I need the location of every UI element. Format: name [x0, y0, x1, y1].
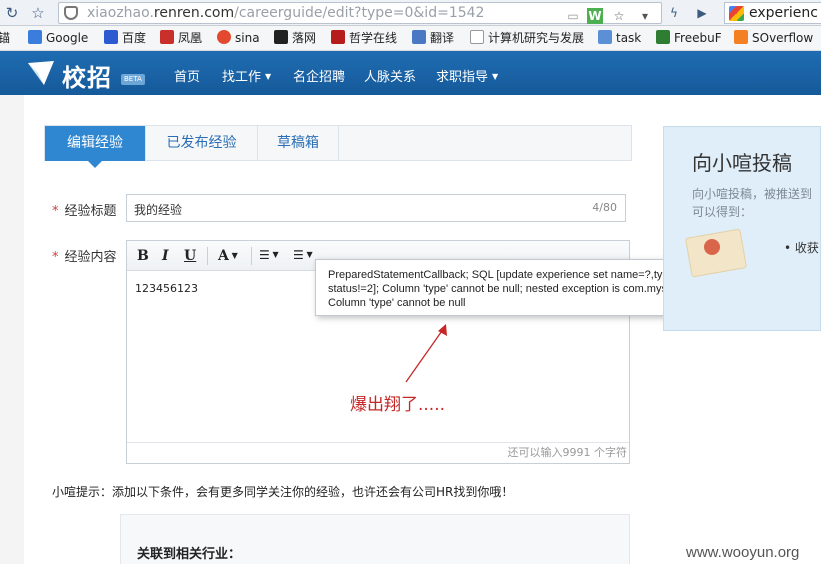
tab-published[interactable]: 已发布经验 — [145, 126, 257, 161]
wot-icon[interactable]: W — [587, 8, 603, 24]
shield-icon — [64, 6, 78, 20]
bookmark-item-philosophy[interactable]: 哲学在线 — [331, 30, 397, 47]
hint-text: 小喧提示：添加以下条件，会有更多同学关注你的经验，也许还会有公司HR找到你哦！ — [52, 485, 514, 499]
toolbar-divider — [251, 247, 252, 265]
bold-button[interactable]: B — [137, 248, 149, 264]
bookmark-star-icon[interactable]: ☆ — [28, 3, 48, 23]
sidebar-desc: 可以得到： — [692, 205, 753, 219]
reload-icon[interactable]: ↻ — [2, 3, 22, 23]
translate-icon — [412, 30, 426, 44]
nav-find-job[interactable]: 找工作 ▼ — [222, 66, 271, 85]
logo-icon[interactable] — [26, 59, 56, 87]
site-header: 校招 BETA 首页 找工作 ▼ 名企招聘 人脉关系 求职指导 ▼ — [0, 51, 821, 95]
dropdown-icon[interactable]: ▾ — [637, 8, 653, 24]
sidebar-desc: 向小喧投稿，被推送到 — [692, 187, 813, 201]
google-favicon-icon — [729, 6, 744, 21]
submission-sidebar: 向小喧投稿 向小喧投稿，被推送到 可以得到： • 收获 — [663, 126, 821, 331]
bookmark-item-luoo[interactable]: 落网 — [274, 30, 316, 47]
weibo-icon — [217, 30, 231, 44]
chevron-down-icon: ▼ — [492, 72, 499, 81]
bookmark-item[interactable]: 锚 — [0, 30, 10, 47]
tab-edit-experience[interactable]: 编辑经验 — [45, 126, 145, 168]
title-input[interactable]: 我的经验 4/80 — [126, 194, 626, 222]
font-color-button[interactable]: A ▼ — [218, 248, 238, 264]
reader-icon[interactable]: ▭ — [565, 8, 581, 24]
task-icon — [598, 30, 612, 44]
title-value: 我的经验 — [134, 203, 183, 217]
tab-drafts[interactable]: 草稿箱 — [257, 126, 339, 161]
industry-label: 关联到相关行业： — [137, 547, 242, 562]
freebuf-icon — [656, 30, 670, 44]
sidebar-bullet: • 收获 — [784, 241, 819, 255]
beta-badge: BETA — [121, 74, 145, 85]
bookmark-item-task[interactable]: task — [598, 30, 641, 47]
experience-tabs: 编辑经验 已发布经验 草稿箱 — [44, 125, 632, 168]
luoo-icon — [274, 30, 288, 44]
nav-connections[interactable]: 人脉关系 — [364, 66, 416, 85]
title-char-count: 4/80 — [592, 201, 617, 214]
bookmark-item-soverflow[interactable]: SOverflow — [734, 30, 813, 47]
nav-home[interactable]: 首页 — [174, 66, 200, 85]
bookmark-item-google[interactable]: Google — [28, 30, 88, 47]
title-label: * 经验标题 — [52, 204, 117, 219]
annotation-arrow-icon — [405, 324, 447, 383]
bookmark-item-ifeng[interactable]: 凤凰 — [160, 30, 202, 47]
seal-icon — [704, 239, 720, 255]
remaining-chars: 还可以输入9991 个字符 — [507, 446, 628, 459]
google-icon — [28, 30, 42, 44]
nav-career-guide[interactable]: 求职指导 ▼ — [436, 66, 498, 85]
lightning-icon[interactable]: ϟ — [666, 5, 682, 21]
browser-address-bar: ↻ ☆ xiaozhao.renren.com/careerguide/edit… — [0, 0, 821, 26]
sidebar-title: 向小喧投稿 — [692, 151, 792, 175]
stackoverflow-icon — [734, 30, 748, 44]
bookmarks-bar: 锚 Google 百度 凤凰 sina 落网 哲学在线 翻译 计算机研究与发展 … — [0, 26, 821, 51]
numbered-list-icon[interactable]: ☰ ▼ — [293, 248, 313, 262]
watermark: www.wooyun.org — [686, 544, 800, 561]
nav-famous-companies[interactable]: 名企招聘 — [293, 66, 345, 85]
ifeng-icon — [160, 30, 174, 44]
page-icon — [470, 30, 484, 44]
chevron-down-icon: ▼ — [265, 72, 272, 81]
editor-content: 123456123 — [135, 282, 198, 295]
italic-button[interactable]: I — [162, 248, 169, 264]
industry-section: 关联到相关行业： — [120, 514, 630, 564]
play-icon[interactable]: ▶ — [694, 5, 710, 21]
browser-tab[interactable]: experienc — [724, 2, 821, 24]
url-input[interactable]: xiaozhao.renren.com/careerguide/edit?typ… — [58, 2, 662, 24]
favorite-star-icon[interactable]: ☆ — [611, 8, 627, 24]
annotation-text: 爆出翔了..... — [350, 395, 446, 415]
bookmark-item-jcrd[interactable]: 计算机研究与发展 — [470, 30, 584, 47]
bookmark-item-freebuf[interactable]: FreebuF — [656, 30, 722, 47]
bookmark-item-translate[interactable]: 翻译 — [412, 30, 454, 47]
toolbar-divider — [207, 247, 208, 265]
bullet-list-icon[interactable]: ☰ ▼ — [259, 248, 279, 262]
bookmark-item-baidu[interactable]: 百度 — [104, 30, 146, 47]
url-text: xiaozhao.renren.com/careerguide/edit?typ… — [87, 5, 485, 21]
p-icon — [331, 30, 345, 44]
baidu-icon — [104, 30, 118, 44]
bookmark-item-sina[interactable]: sina — [217, 30, 260, 47]
chevron-down-icon: ▼ — [228, 250, 238, 260]
underline-button[interactable]: U — [184, 248, 196, 264]
logo-text[interactable]: 校招 — [62, 58, 112, 93]
content-label: * 经验内容 — [52, 250, 117, 265]
editor-divider — [127, 442, 629, 443]
